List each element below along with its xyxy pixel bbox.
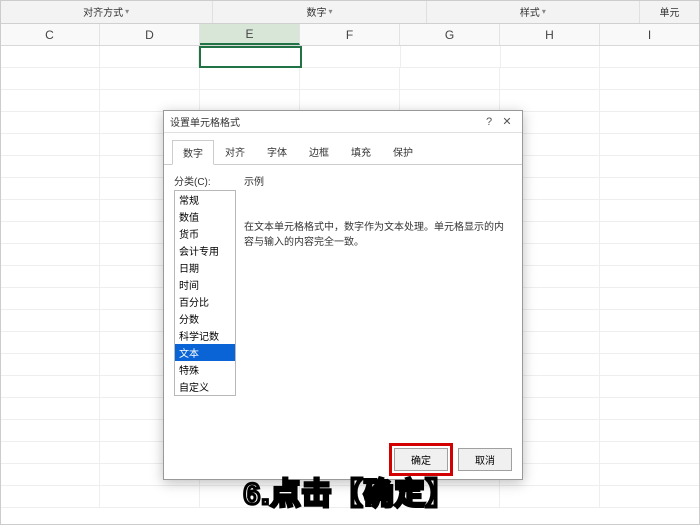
column-headers: C D E F G H I bbox=[0, 24, 700, 46]
dialog-tabs: 数字 对齐 字体 边框 填充 保护 bbox=[164, 133, 522, 165]
dialog-pane: 分类(C): 常规 数值 货币 会计专用 日期 时间 百分比 分数 科学记数 文… bbox=[164, 165, 522, 440]
ribbon: 对齐方式▾ 数字▾ 样式▾ 单元 bbox=[0, 0, 700, 24]
category-item[interactable]: 自定义 bbox=[175, 378, 235, 395]
close-icon[interactable]: ✕ bbox=[498, 115, 516, 128]
tab-protect[interactable]: 保护 bbox=[382, 139, 424, 164]
tab-align[interactable]: 对齐 bbox=[214, 139, 256, 164]
category-item[interactable]: 百分比 bbox=[175, 293, 235, 310]
category-item[interactable]: 日期 bbox=[175, 259, 235, 276]
help-icon[interactable]: ? bbox=[480, 116, 498, 128]
col-header-active[interactable]: E bbox=[200, 24, 300, 45]
ribbon-group-style[interactable]: 样式▾ bbox=[427, 0, 640, 23]
category-item[interactable]: 会计专用 bbox=[175, 242, 235, 259]
tab-font[interactable]: 字体 bbox=[256, 139, 298, 164]
category-item[interactable]: 货币 bbox=[175, 225, 235, 242]
category-label: 分类(C): bbox=[174, 173, 236, 188]
ribbon-group-align[interactable]: 对齐方式▾ bbox=[0, 0, 213, 23]
dialog-title: 设置单元格格式 bbox=[170, 114, 480, 129]
format-cells-dialog: 设置单元格格式 ? ✕ 数字 对齐 字体 边框 填充 保护 分类(C): 常规 … bbox=[163, 110, 523, 480]
ok-button[interactable]: 确定 bbox=[394, 448, 448, 471]
category-item[interactable]: 科学记数 bbox=[175, 327, 235, 344]
category-item[interactable]: 常规 bbox=[175, 191, 235, 208]
dropdown-icon: ▾ bbox=[542, 7, 546, 16]
col-header[interactable]: D bbox=[100, 24, 200, 45]
dropdown-icon: ▾ bbox=[328, 7, 332, 16]
tab-border[interactable]: 边框 bbox=[298, 139, 340, 164]
category-item[interactable]: 时间 bbox=[175, 276, 235, 293]
ribbon-group-number[interactable]: 数字▾ bbox=[213, 0, 426, 23]
ribbon-group-cell[interactable]: 单元 bbox=[640, 0, 700, 23]
dropdown-icon: ▾ bbox=[125, 7, 129, 16]
active-cell[interactable] bbox=[199, 46, 302, 68]
example-box bbox=[244, 190, 512, 214]
dialog-footer: 确定 取消 bbox=[164, 440, 522, 479]
category-item[interactable]: 特殊 bbox=[175, 361, 235, 378]
col-header[interactable]: F bbox=[300, 24, 400, 45]
format-description: 在文本单元格格式中，数字作为文本处理。单元格显示的内容与输入的内容完全一致。 bbox=[244, 220, 512, 250]
category-listbox[interactable]: 常规 数值 货币 会计专用 日期 时间 百分比 分数 科学记数 文本 特殊 自定… bbox=[174, 190, 236, 396]
col-header[interactable]: H bbox=[500, 24, 600, 45]
category-item[interactable]: 分数 bbox=[175, 310, 235, 327]
tab-fill[interactable]: 填充 bbox=[340, 139, 382, 164]
example-label: 示例 bbox=[244, 173, 512, 188]
category-item-selected[interactable]: 文本 bbox=[175, 344, 235, 361]
col-header[interactable]: I bbox=[600, 24, 700, 45]
dialog-titlebar: 设置单元格格式 ? ✕ bbox=[164, 111, 522, 133]
cancel-button[interactable]: 取消 bbox=[458, 448, 512, 471]
tab-number[interactable]: 数字 bbox=[172, 140, 214, 165]
col-header[interactable]: G bbox=[400, 24, 500, 45]
category-item[interactable]: 数值 bbox=[175, 208, 235, 225]
col-header[interactable]: C bbox=[0, 24, 100, 45]
